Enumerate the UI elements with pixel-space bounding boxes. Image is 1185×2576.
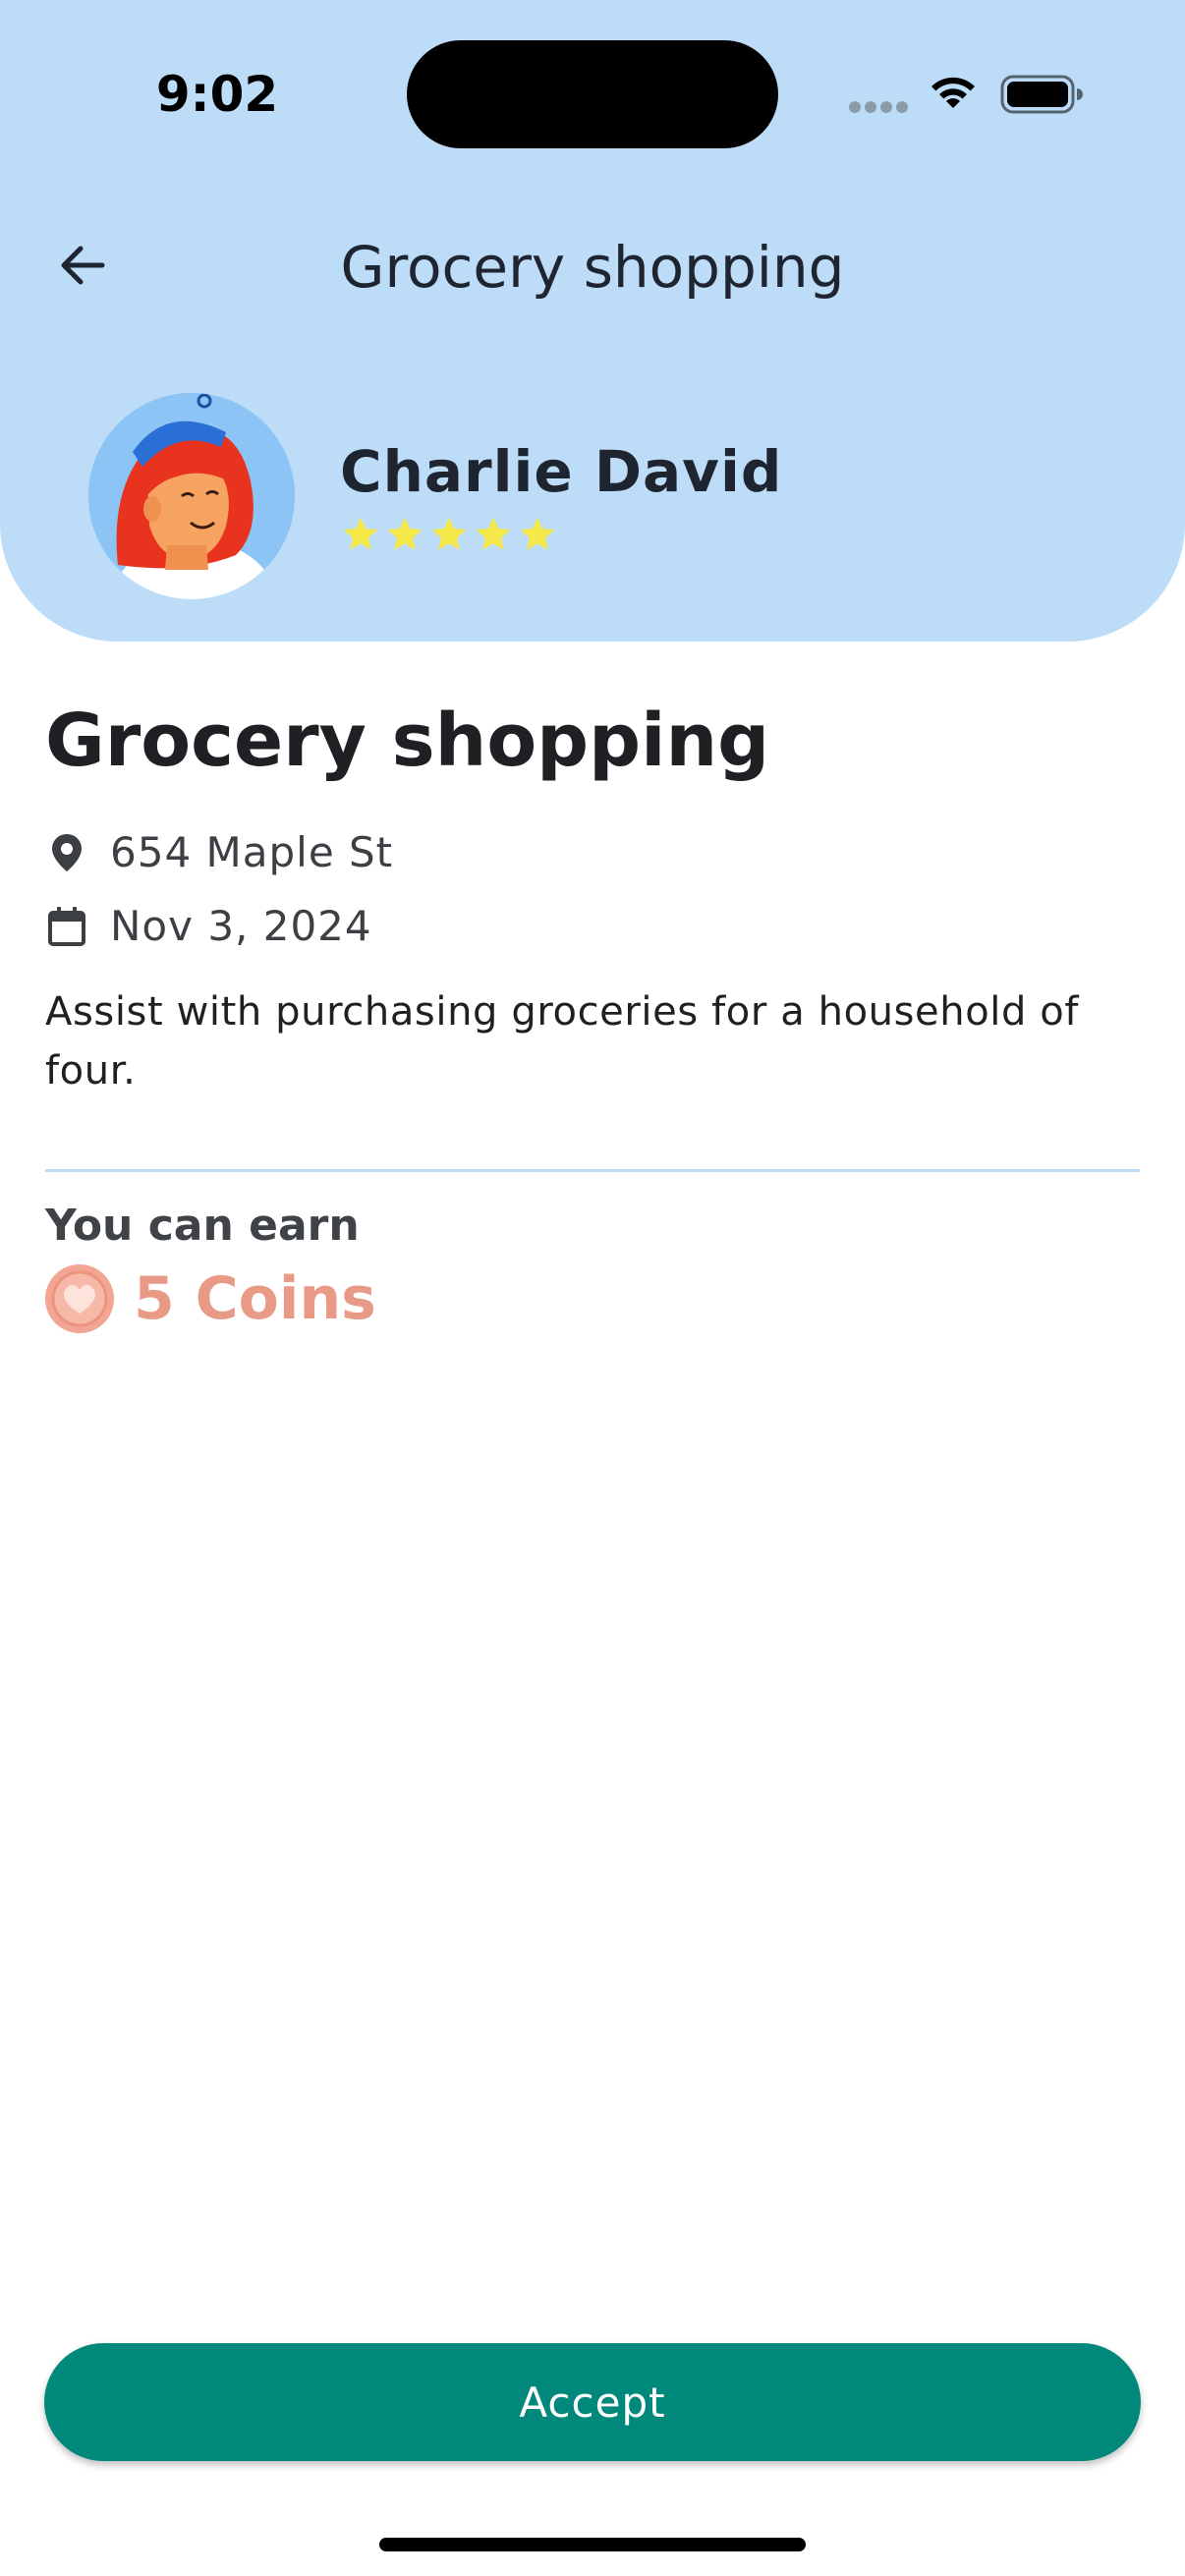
task-title: Grocery shopping xyxy=(45,699,770,783)
battery-icon xyxy=(1000,75,1083,114)
map-pin-icon xyxy=(45,831,88,874)
calendar-icon xyxy=(45,905,88,948)
task-description: Assist with purchasing groceries for a h… xyxy=(45,989,1080,1093)
dynamic-island xyxy=(407,40,778,148)
avatar[interactable] xyxy=(88,393,295,599)
location-text: 654 Maple St xyxy=(110,828,394,876)
requester-name: Charlie David xyxy=(340,438,783,505)
star-icon xyxy=(431,517,467,550)
page-title: Grocery shopping xyxy=(340,234,845,301)
earn-label: You can earn xyxy=(45,1201,360,1251)
star-icon xyxy=(387,517,423,550)
star-rating xyxy=(340,514,558,559)
back-button[interactable] xyxy=(43,226,122,305)
arrow-left-icon xyxy=(61,246,105,285)
heart-coin-icon xyxy=(45,1264,114,1333)
date-row: Nov 3, 2024 xyxy=(45,899,372,954)
signal-dots-icon xyxy=(849,101,908,113)
divider xyxy=(45,1169,1140,1172)
home-indicator[interactable] xyxy=(379,2538,806,2551)
status-time: 9:02 xyxy=(155,66,279,123)
reward-amount: 5 Coins xyxy=(43,1260,376,1338)
header: 9:02 Grocery shopping Charlie David xyxy=(0,0,1185,642)
wifi-icon xyxy=(931,77,975,108)
avatar-illustration xyxy=(88,393,295,599)
star-icon xyxy=(343,517,378,550)
coin-amount: 5 Coins xyxy=(134,1264,376,1333)
location-row: 654 Maple St xyxy=(45,825,393,880)
star-icon xyxy=(476,517,511,550)
star-icon xyxy=(520,517,555,550)
accept-button[interactable]: Accept xyxy=(44,2343,1141,2461)
status-bar: 9:02 xyxy=(0,0,1185,187)
date-text: Nov 3, 2024 xyxy=(110,902,372,950)
